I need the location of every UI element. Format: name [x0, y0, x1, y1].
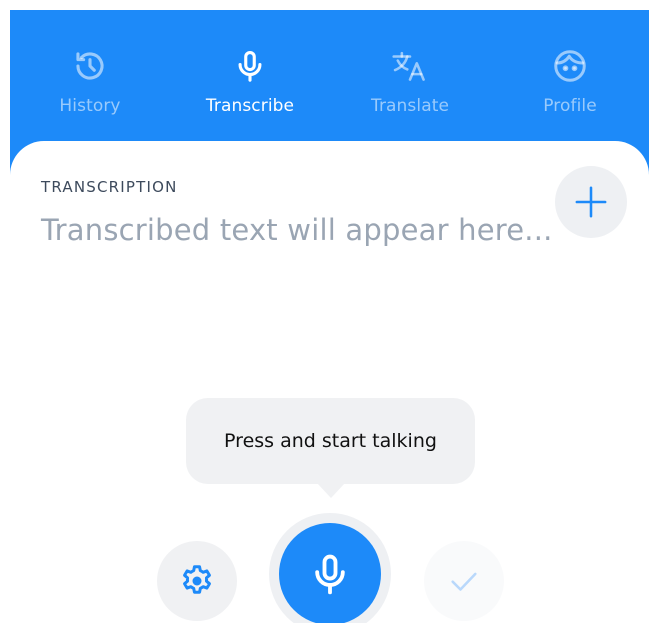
nav-item-translate[interactable]: Translate — [330, 10, 490, 140]
tooltip-text: Press and start talking — [224, 430, 437, 452]
app-window: History Transcribe Translate Profile TRA… — [10, 10, 649, 623]
transcription-sheet: TRANSCRIPTION Transcribed text will appe… — [10, 141, 649, 623]
confirm-button[interactable] — [424, 541, 504, 621]
microphone-icon — [315, 554, 345, 595]
plus-icon — [575, 186, 607, 218]
record-button[interactable] — [279, 523, 381, 623]
nav-item-profile[interactable]: Profile — [490, 10, 649, 140]
tooltip-arrow — [317, 483, 345, 498]
nav-label-transcribe: Transcribe — [205, 96, 295, 116]
transcription-placeholder[interactable]: Transcribed text will appear here... — [41, 213, 553, 247]
nav-label-translate: Translate — [370, 96, 450, 116]
nav-item-transcribe[interactable]: Transcribe — [170, 10, 330, 140]
add-button[interactable] — [555, 166, 627, 238]
section-label: TRANSCRIPTION — [41, 178, 178, 196]
history-icon — [70, 46, 110, 86]
microphone-icon — [230, 46, 270, 86]
gear-icon — [183, 565, 211, 594]
nav-label-profile: Profile — [543, 96, 597, 116]
top-navigation: History Transcribe Translate Profile — [10, 10, 649, 140]
nav-item-history[interactable]: History — [10, 10, 170, 140]
translate-icon — [390, 46, 430, 86]
settings-button[interactable] — [157, 541, 237, 621]
record-tooltip: Press and start talking — [186, 398, 475, 484]
nav-label-history: History — [59, 96, 121, 116]
check-icon — [451, 572, 477, 591]
face-icon — [550, 46, 590, 86]
